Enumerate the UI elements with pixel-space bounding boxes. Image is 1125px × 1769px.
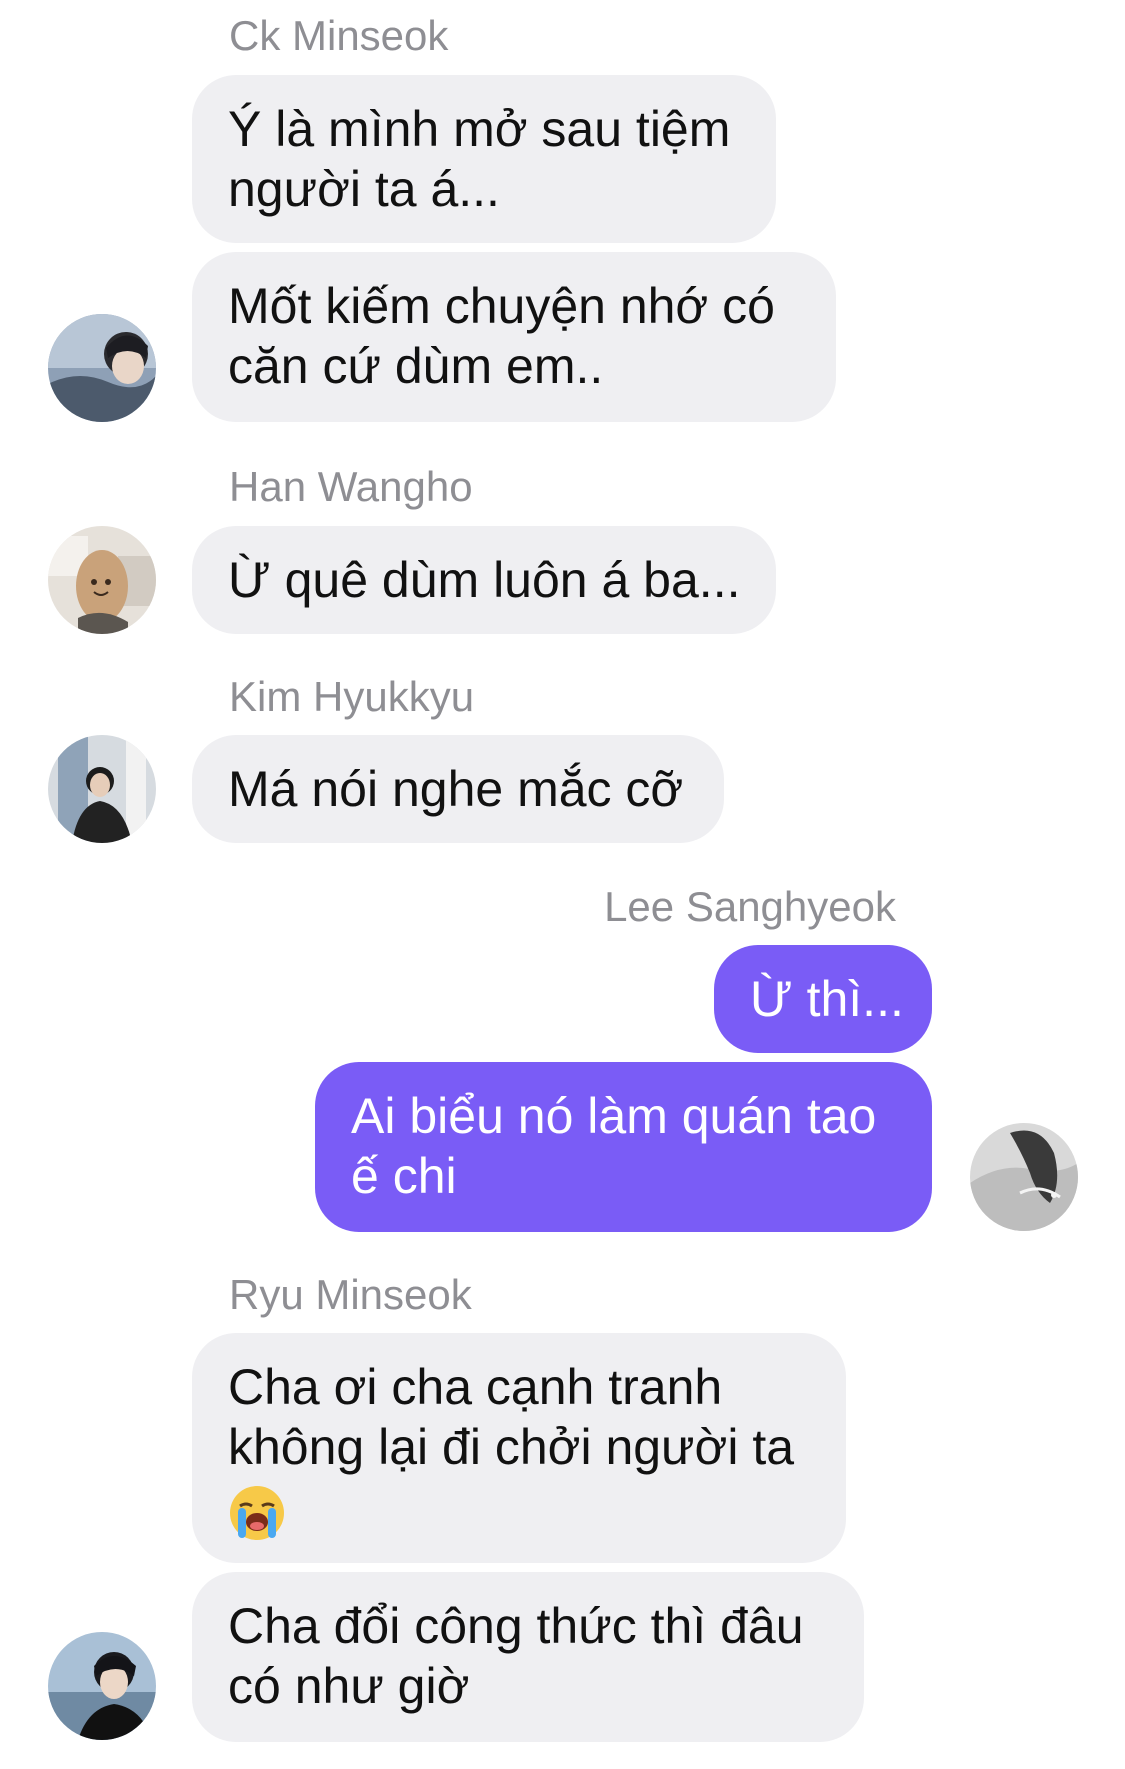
sender-name: Han Wangho xyxy=(229,463,473,510)
sender-name: Ck Minseok xyxy=(229,12,449,59)
message-bubble[interactable]: Má nói nghe mắc cỡ xyxy=(192,735,724,843)
message-text: Mốt kiếm chuyện nhớ có xyxy=(228,278,775,334)
message-text: căn cứ dùm em.. xyxy=(228,338,604,394)
message-text: Má nói nghe mắc cỡ xyxy=(228,761,684,817)
sender-name: Lee Sanghyeok xyxy=(604,883,896,930)
message-text: Ai biểu nó làm quán tao xyxy=(351,1088,877,1144)
avatar-image xyxy=(48,526,156,634)
message-text: Ừ quê dùm luôn á ba... xyxy=(228,552,741,608)
message-bubble[interactable]: Cha đổi công thức thì đâu có như giờ xyxy=(192,1572,864,1742)
message-bubble-outgoing[interactable]: Ai biểu nó làm quán tao ế chi xyxy=(315,1062,932,1232)
message-bubble[interactable]: Mốt kiếm chuyện nhớ có căn cứ dùm em.. xyxy=(192,252,836,422)
avatar-image xyxy=(48,735,156,843)
avatar[interactable] xyxy=(48,314,156,422)
message-text: người ta á... xyxy=(228,161,500,217)
message-text: Cha đổi công thức thì đâu xyxy=(228,1598,804,1654)
message-bubble[interactable]: Ừ quê dùm luôn á ba... xyxy=(192,526,776,634)
message-bubble[interactable]: Ý là mình mở sau tiệm người ta á... xyxy=(192,75,776,243)
message-text: không lại đi chởi người ta xyxy=(228,1419,795,1475)
message-text: có như giờ xyxy=(228,1658,470,1714)
message-text: Ừ thì... xyxy=(750,971,904,1027)
avatar-image xyxy=(970,1123,1078,1231)
message-bubble-outgoing[interactable]: Ừ thì... xyxy=(714,945,932,1053)
loudly-crying-face-emoji xyxy=(228,1484,286,1542)
message-text: Cha ơi cha cạnh tranh xyxy=(228,1359,723,1415)
avatar-image xyxy=(48,314,156,422)
avatar[interactable] xyxy=(970,1123,1078,1231)
avatar[interactable] xyxy=(48,526,156,634)
message-text: Ý là mình mở sau tiệm xyxy=(228,101,731,157)
message-text: ế chi xyxy=(351,1148,457,1204)
avatar[interactable] xyxy=(48,1632,156,1740)
avatar[interactable] xyxy=(48,735,156,843)
message-bubble[interactable]: Cha ơi cha cạnh tranh không lại đi chởi … xyxy=(192,1333,846,1563)
chat-thread: Ck Minseok Ý là mình mở sau tiệm người t… xyxy=(0,0,1125,1769)
avatar-image xyxy=(48,1632,156,1740)
sender-name: Ryu Minseok xyxy=(229,1271,472,1318)
sender-name: Kim Hyukkyu xyxy=(229,673,475,720)
